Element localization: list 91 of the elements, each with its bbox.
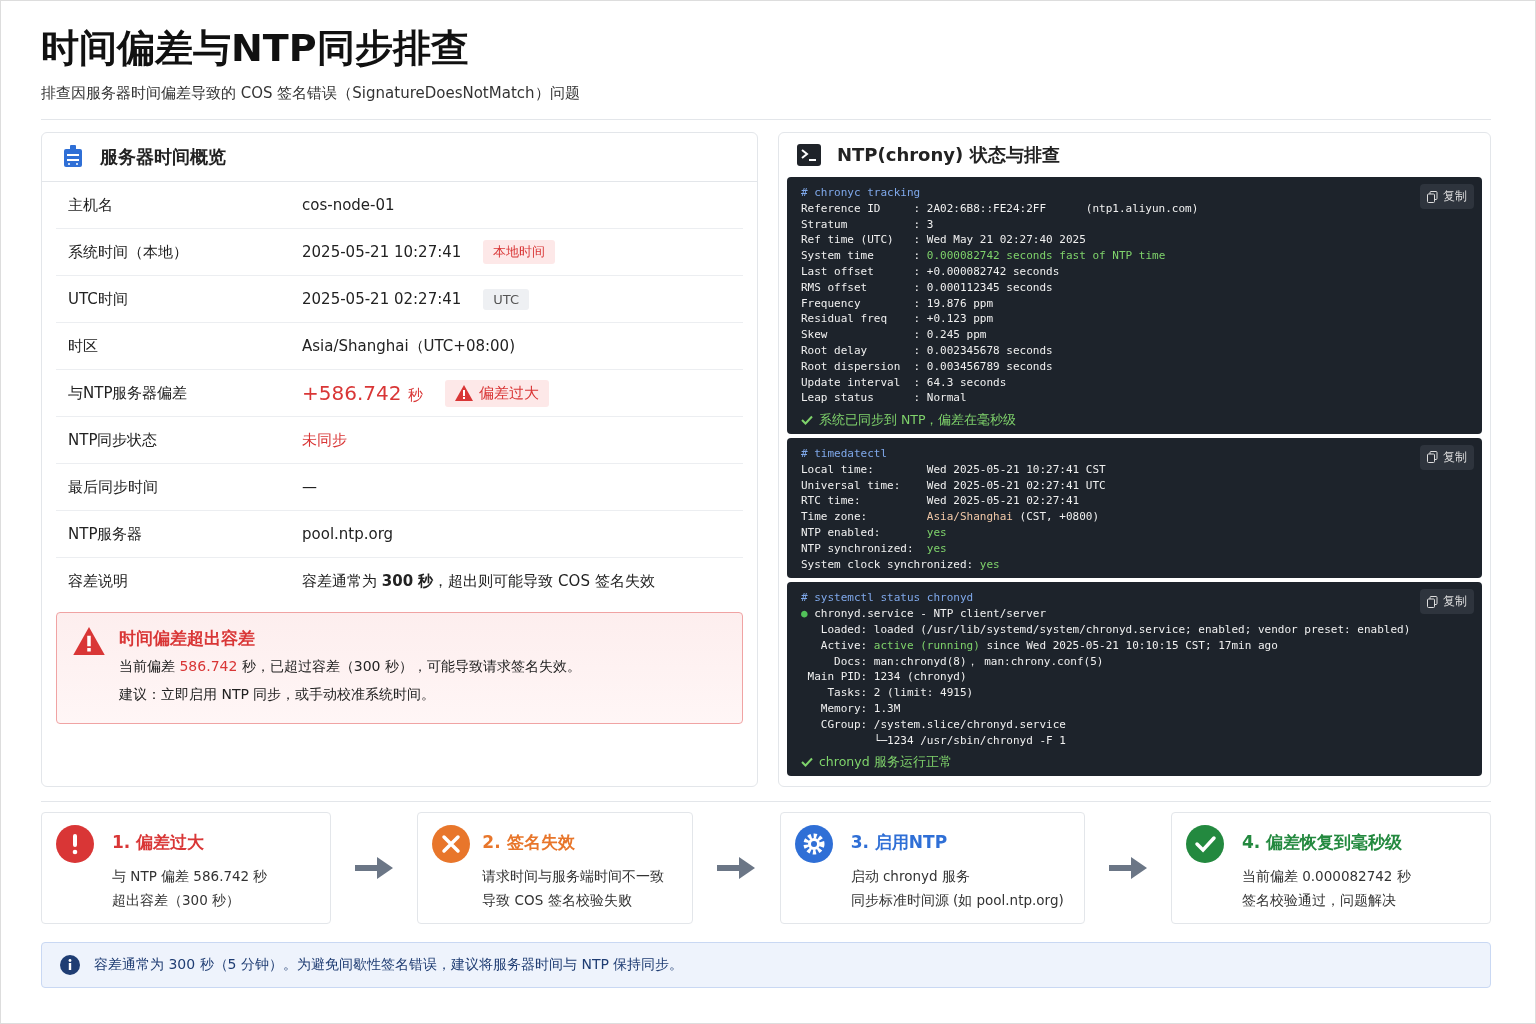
terminal-line: Main PID: 1234 (chronyd) — [806, 669, 968, 686]
terminal-status: chronyd 服务运行正常 — [819, 754, 952, 771]
field-label: 时区 — [68, 336, 99, 356]
terminal-line: CGroup: /system.slice/chronyd.service — [819, 716, 1067, 733]
server-icon — [62, 145, 84, 169]
terminal-command: # chronyc tracking — [801, 185, 921, 201]
field-label: 主机名 — [68, 195, 114, 215]
field-value: +586.742 秒 — [302, 381, 423, 405]
terminal-line: Universal time: Wed 2025-05-21 02:27:41 UTC — [801, 477, 1107, 494]
copy-icon — [1427, 451, 1438, 464]
card-title: 服务器时间概览 — [100, 145, 226, 169]
terminal-line: Time zone: Asia/Shanghai (CST, +0800) — [801, 509, 1101, 525]
terminal-line: Frequency : 19.876 ppm — [801, 295, 995, 312]
alert-title: 时间偏差超出容差 — [119, 627, 256, 650]
step-title: 2. 签名失效 — [482, 831, 576, 854]
terminal-line: RMS offset : 0.000112345 seconds — [801, 279, 1054, 296]
step-text: 请求时间与服务端时间不一致 — [482, 867, 665, 886]
field-value: cos-node-01 — [302, 196, 395, 214]
step-text: 启动 chronyd 服务 — [850, 867, 971, 886]
field-value: Asia/Shanghai（UTC+08:00) — [302, 336, 515, 356]
terminal-line: Tasks: 2 (limit: 4915) — [826, 685, 975, 701]
info-text: 容差通常为 300 秒（5 分钟）。为避免间歇性签名错误，建议将服务器时间与 NTP 保持同步。 — [94, 956, 684, 974]
terminal-line: ● chronyd.service - NTP client/server — [801, 606, 1048, 622]
alert-text: 当前偏差 586.742 秒，已超过容差（300 秒），可能导致请求签名失效。 — [119, 658, 581, 676]
info-icon — [60, 955, 80, 975]
step-text: 签名校验通过，问题解决 — [1241, 891, 1397, 910]
step-text: 超出容差（300 秒） — [112, 891, 242, 910]
terminal-line: └─1234 /usr/sbin/chronyd -F 1 — [872, 732, 1067, 749]
arrow-icon — [717, 857, 756, 879]
field-label: 容差说明 — [68, 571, 129, 591]
alert-text: 建议：立即启用 NTP 同步，或手动校准系统时间。 — [119, 686, 437, 704]
terminal-line: Update interval : 64.3 seconds — [801, 374, 1008, 391]
field-label: NTP同步状态 — [68, 430, 159, 450]
terminal-line: System time : 0.000082742 seconds fast of NTP time — [801, 248, 1167, 264]
terminal-line: RTC time: Wed 2025-05-21 02:27:41 — [801, 493, 1081, 510]
terminal-line: Root delay : 0.002345678 seconds — [801, 342, 1054, 359]
step-title: 3. 启用NTP — [850, 831, 949, 854]
terminal-command: # systemctl status chronyd — [801, 590, 974, 607]
terminal-line: Leap status : Normal — [801, 390, 968, 407]
page-title: 时间偏差与NTP同步排查 — [41, 25, 470, 72]
tag-text: UTC — [493, 291, 520, 307]
step-title: 4. 偏差恢复到毫秒级 — [1241, 831, 1404, 854]
terminal-line: Skew : 0.245 ppm — [801, 327, 988, 343]
terminal-line: Stratum : 3 — [801, 216, 935, 233]
warning-icon — [454, 385, 473, 401]
tag-text: 偏差过大 — [478, 383, 539, 403]
terminal-status: 系统已同步到 NTP，偏差在毫秒级 — [819, 412, 1017, 428]
page-subtitle: 排查因服务器时间偏差导致的 COS 签名错误（SignatureDoesNotMatch）问题 — [41, 84, 581, 103]
arrow-icon — [355, 857, 394, 879]
terminal-line: Last offset : +0.000082742 seconds — [801, 264, 1061, 280]
terminal-line: Ref time (UTC) : Wed May 21 02:27:40 2025 — [801, 232, 1087, 249]
step-text: 同步标准时间源 (如 pool.ntp.org) — [850, 891, 1064, 910]
terminal-line: Residual freq : +0.123 ppm — [801, 311, 995, 328]
terminal-line: Docs: man:chronyd(8)， man:chrony.conf(5) — [833, 653, 1105, 670]
step-text: 导致 COS 签名校验失败 — [482, 891, 633, 910]
terminal-line: Root dispersion : 0.003456789 seconds — [801, 358, 1054, 375]
copy-button[interactable]: 复制 — [1420, 589, 1474, 615]
terminal-icon — [797, 144, 821, 166]
step-text: 与 NTP 偏差 586.742 秒 — [112, 867, 268, 886]
copy-icon — [1427, 190, 1438, 203]
field-value: 未同步 — [302, 430, 347, 450]
terminal-line: NTP synchronized: yes — [801, 540, 948, 557]
copy-button[interactable]: 复制 — [1420, 444, 1474, 470]
field-label: NTP服务器 — [68, 524, 144, 544]
terminal-line: NTP enabled: yes — [801, 524, 948, 541]
terminal-line: Reference ID : 2A02:6B8::FE24:2FF (ntp1.aliyun.com) — [801, 200, 1200, 217]
check-icon — [801, 415, 813, 426]
terminal-line: Active: active (running) since Wed 2025-05-21 10:10:15 CST; 17min ago — [819, 637, 1279, 654]
terminal-line: Loaded: loaded (/usr/lib/systemd/system/chronyd.service; enabled; vendor preset: enabled) — [819, 621, 1412, 638]
field-value: 2025-05-21 10:27:41 — [302, 243, 462, 261]
tag-text: 本地时间 — [493, 243, 546, 261]
terminal-line: System clock synchronized: yes — [801, 556, 1001, 573]
field-value: pool.ntp.org — [302, 525, 394, 543]
step-title: 1. 偏差过大 — [112, 831, 206, 854]
terminal-line: Local time: Wed 2025-05-21 10:27:41 CST — [801, 461, 1107, 478]
field-label: UTC时间 — [68, 289, 129, 309]
copy-icon — [1427, 595, 1438, 608]
field-label: 最后同步时间 — [68, 477, 159, 497]
terminal-line: Memory: 1.3M — [819, 700, 902, 717]
copy-button[interactable]: 复制 — [1420, 184, 1474, 209]
warning-icon — [73, 627, 105, 655]
card-title: NTP(chrony) 状态与排查 — [837, 143, 1060, 167]
field-value: 容差通常为 300 秒，超出则可能导致 COS 签名失效 — [302, 571, 655, 591]
step-text: 当前偏差 0.000082742 秒 — [1241, 867, 1411, 886]
check-icon — [801, 757, 813, 768]
arrow-icon — [1108, 857, 1147, 879]
field-value: 2025-05-21 02:27:41 — [302, 290, 462, 308]
terminal-command: # timedatectl — [801, 445, 888, 462]
field-label: 系统时间（本地） — [68, 242, 189, 262]
field-value: — — [302, 478, 317, 496]
field-label: 与NTP服务器偏差 — [68, 383, 189, 403]
